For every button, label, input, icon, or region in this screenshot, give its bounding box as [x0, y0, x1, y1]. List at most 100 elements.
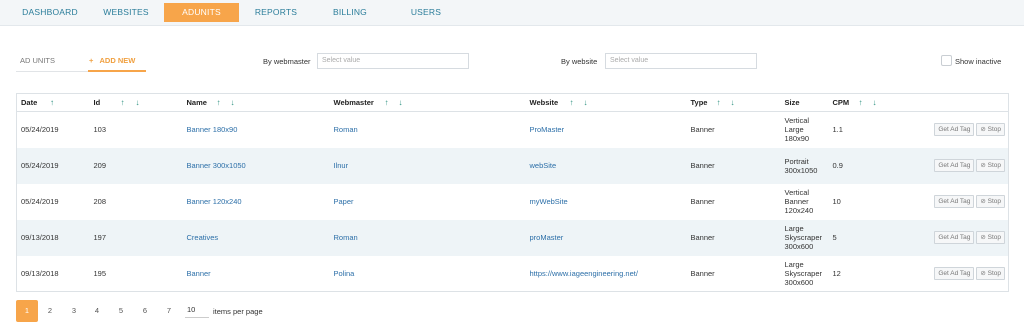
- column-header-id[interactable]: Id ↑ ↓: [89, 93, 183, 112]
- cell-cpm: 1.1: [832, 125, 843, 135]
- webmaster-link[interactable]: Polina: [330, 256, 526, 292]
- row-actions: Get Ad Tag ⊘ Stop: [901, 184, 1009, 220]
- cell-type: Banner: [690, 197, 715, 206]
- website-link[interactable]: https://www.iageengineering.net/: [526, 256, 687, 292]
- column-header-webmaster[interactable]: Webmaster ↑ ↓: [329, 93, 526, 112]
- stop-button[interactable]: ⊘ Stop: [976, 159, 1005, 172]
- stop-icon: ⊘: [980, 269, 986, 277]
- website-select[interactable]: Select value: [605, 53, 757, 69]
- sort-desc-icon[interactable]: ↓: [584, 98, 588, 107]
- ad-unit-name-link[interactable]: Banner: [183, 256, 330, 292]
- column-header-website[interactable]: Website ↑ ↓: [525, 93, 687, 112]
- page-button-5[interactable]: 5: [110, 300, 132, 322]
- cell-date: 05/24/2019: [21, 197, 59, 206]
- sort-asc-icon[interactable]: ↑: [717, 98, 721, 107]
- ad-unit-name-link[interactable]: Banner 300x1050: [182, 147, 330, 184]
- webmaster-link[interactable]: Paper: [330, 184, 526, 220]
- table-row: 09/13/2018 197 Creatives Roman proMaster…: [16, 219, 1009, 256]
- sort-asc-icon[interactable]: ↑: [385, 98, 389, 107]
- cell-date: 09/13/2018: [21, 268, 59, 278]
- nav-tab-adunits[interactable]: ADUNITS: [164, 3, 239, 22]
- column-header-date[interactable]: Date ↑: [16, 93, 90, 112]
- show-inactive-checkbox[interactable]: [941, 55, 952, 66]
- webmaster-filter-label: By webmaster: [263, 57, 311, 66]
- get-ad-tag-button[interactable]: Get Ad Tag: [934, 266, 975, 280]
- column-header-size: Size: [780, 93, 829, 112]
- stop-icon: ⊘: [980, 198, 986, 205]
- get-ad-tag-button[interactable]: Get Ad Tag: [934, 231, 975, 244]
- show-inactive-label: Show inactive: [955, 57, 1002, 66]
- nav-tab-users[interactable]: USERS: [390, 3, 462, 22]
- page-button-3[interactable]: 3: [63, 300, 85, 322]
- column-header-cpm[interactable]: CPM ↑ ↓: [828, 93, 901, 112]
- table-row: 05/24/2019 208 Banner 120x240 Paper myWe…: [17, 184, 1009, 220]
- sort-desc-icon[interactable]: ↓: [731, 98, 735, 107]
- ad-unit-name-link[interactable]: Banner 120x240: [183, 184, 330, 220]
- table-row: 05/24/2019 209 Banner 300x1050 Ilnur web…: [16, 147, 1009, 184]
- nav-tab-reports[interactable]: REPORTS: [240, 3, 312, 22]
- get-ad-tag-button[interactable]: Get Ad Tag: [934, 123, 975, 137]
- website-link[interactable]: myWebSite: [526, 184, 687, 220]
- sort-desc-icon[interactable]: ↓: [399, 98, 403, 107]
- website-link[interactable]: webSite: [525, 147, 687, 184]
- nav-tab-websites[interactable]: WEBSITES: [90, 3, 162, 22]
- table-row: 09/13/2018 195 Banner Polina https://www…: [17, 256, 1009, 292]
- table-row: 05/24/2019 103 Banner 180x90 Roman ProMa…: [17, 112, 1009, 148]
- page-button-4[interactable]: 4: [86, 300, 108, 322]
- website-link[interactable]: proMaster: [525, 219, 687, 256]
- sort-desc-icon[interactable]: ↓: [873, 98, 877, 107]
- plus-icon: +: [89, 56, 94, 65]
- get-ad-tag-button[interactable]: Get Ad Tag: [934, 159, 975, 172]
- cell-id: 208: [93, 197, 107, 206]
- webmaster-link[interactable]: Ilnur: [329, 147, 526, 184]
- cell-cpm: 12: [832, 268, 841, 278]
- nav-tab-dashboard[interactable]: DASHBOARD: [14, 3, 86, 22]
- webmaster-link[interactable]: Roman: [329, 219, 526, 256]
- stop-icon: ⊘: [980, 126, 986, 134]
- sort-asc-icon[interactable]: ↑: [121, 98, 125, 107]
- get-ad-tag-button[interactable]: Get Ad Tag: [934, 195, 975, 208]
- sort-asc-icon[interactable]: ↑: [217, 98, 221, 107]
- items-per-page-input[interactable]: 10: [185, 305, 209, 318]
- page-button-1[interactable]: 1: [16, 300, 38, 322]
- cell-date: 09/13/2018: [16, 219, 90, 256]
- nav-tab-billing[interactable]: BILLING: [314, 3, 386, 22]
- sort-desc-icon[interactable]: ↓: [231, 98, 235, 107]
- ad-units-table: Date ↑ Id ↑ ↓ Name ↑ ↓ Webmaster ↑ ↓ Website ↑ ↓ …: [16, 93, 1009, 292]
- page-button-2[interactable]: 2: [39, 300, 61, 322]
- page-button-7[interactable]: 7: [158, 300, 180, 322]
- column-header-name[interactable]: Name ↑ ↓: [182, 93, 330, 112]
- add-new-button[interactable]: + ADD NEW: [89, 56, 135, 65]
- cell-date: 05/24/2019: [21, 125, 59, 135]
- row-actions: Get Ad Tag ⊘ Stop: [901, 112, 1009, 148]
- tab-ad-units[interactable]: AD UNITS: [20, 56, 55, 65]
- stop-button[interactable]: ⊘ Stop: [976, 266, 1005, 280]
- stop-button[interactable]: ⊘ Stop: [976, 231, 1005, 244]
- row-actions: Get Ad Tag ⊘ Stop: [900, 219, 1009, 256]
- sub-tabs: AD UNITS + ADD NEW: [16, 52, 146, 72]
- sort-asc-icon[interactable]: ↑: [859, 98, 863, 107]
- cell-cpm: 0.9: [828, 147, 901, 184]
- website-link[interactable]: ProMaster: [526, 112, 687, 148]
- sort-desc-icon[interactable]: ↓: [136, 98, 140, 107]
- cell-type: Banner: [686, 147, 781, 184]
- page-button-6[interactable]: 6: [134, 300, 156, 322]
- cell-cpm: 10: [832, 197, 841, 206]
- add-new-label: ADD NEW: [99, 56, 136, 65]
- cell-size: Vertical Banner 120x240: [784, 188, 814, 215]
- stop-button[interactable]: ⊘ Stop: [976, 123, 1005, 137]
- cell-id: 197: [89, 219, 183, 256]
- ad-unit-name-link[interactable]: Creatives: [182, 219, 330, 256]
- ad-unit-name-link[interactable]: Banner 180x90: [183, 112, 330, 148]
- cell-date: 05/24/2019: [16, 147, 90, 184]
- webmaster-link[interactable]: Roman: [330, 112, 526, 148]
- sort-asc-icon[interactable]: ↑: [50, 98, 54, 107]
- cell-id: 209: [89, 147, 183, 184]
- items-per-page-label: items per page: [213, 307, 263, 316]
- webmaster-select[interactable]: Select value: [317, 53, 469, 69]
- stop-icon: ⊘: [980, 234, 986, 241]
- cell-type: Banner: [690, 125, 715, 135]
- sort-asc-icon[interactable]: ↑: [570, 98, 574, 107]
- column-header-type[interactable]: Type ↑ ↓: [686, 93, 781, 112]
- stop-button[interactable]: ⊘ Stop: [976, 195, 1005, 208]
